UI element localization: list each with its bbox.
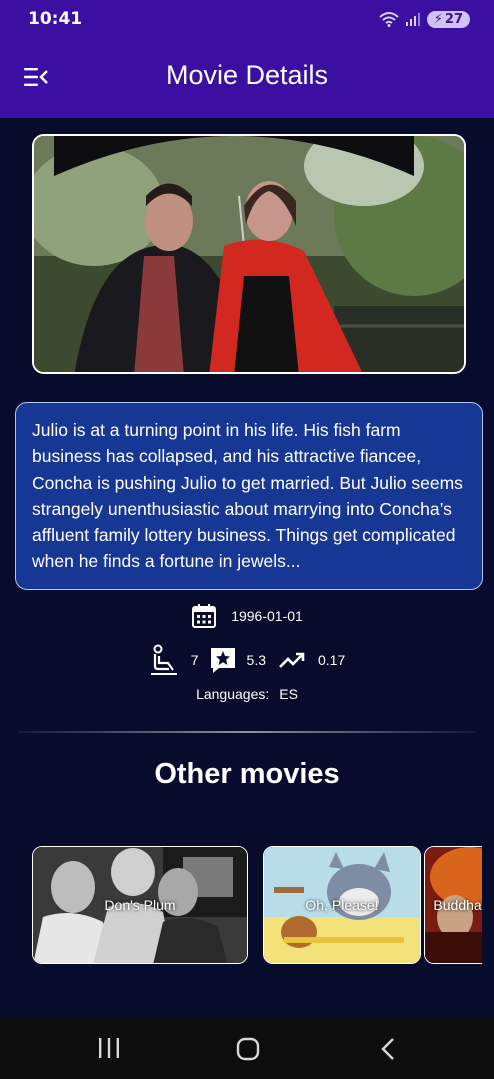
recent-apps-icon[interactable] xyxy=(97,1037,121,1059)
languages-value: ES xyxy=(279,686,298,702)
popularity: 0.17 xyxy=(318,652,346,668)
calendar-icon xyxy=(192,604,217,628)
other-movies-title: Other movies xyxy=(154,758,340,790)
status-time: 10:41 xyxy=(28,9,83,29)
vote-count: 7 xyxy=(190,652,199,668)
battery-indicator: ⚡ 27 xyxy=(426,10,470,28)
movie-title: Buddha's P xyxy=(433,897,482,913)
status-bar: 10:41 ⚡ 27 xyxy=(0,0,494,38)
app-bar: Movie Details xyxy=(0,38,494,118)
status-icons: ⚡ 27 xyxy=(379,10,470,28)
movie-card[interactable]: Oh, Please! xyxy=(263,846,421,964)
other-movies-carousel[interactable]: Don's Plum Oh, Please! Buddha's P xyxy=(32,846,482,966)
languages-row: Languages: ES xyxy=(0,686,494,702)
rating-star-icon xyxy=(210,648,235,673)
trending-up-icon xyxy=(279,652,305,668)
signal-icon xyxy=(405,13,420,26)
stats-row: 7 5.3 0.17 xyxy=(0,644,494,676)
release-date-row: 1996-01-01 xyxy=(0,603,494,629)
movie-card[interactable]: Don's Plum xyxy=(32,846,248,964)
seat-icon xyxy=(150,644,177,675)
vote-average: 5.3 xyxy=(246,652,266,668)
movie-overview: Julio is at a turning point in his life.… xyxy=(32,420,463,572)
release-date: 1996-01-01 xyxy=(231,608,303,624)
back-icon[interactable] xyxy=(378,1037,398,1061)
languages-label: Languages: xyxy=(196,686,270,702)
movie-backdrop-image xyxy=(32,134,466,374)
charging-icon: ⚡ xyxy=(433,11,443,27)
system-navigation-bar xyxy=(0,1017,494,1079)
movie-title: Don's Plum xyxy=(104,897,176,913)
wifi-icon xyxy=(379,12,399,27)
battery-level: 27 xyxy=(444,11,463,27)
movie-title: Oh, Please! xyxy=(305,897,379,913)
overview-card: Julio is at a turning point in his life.… xyxy=(15,402,483,590)
home-icon[interactable] xyxy=(236,1037,260,1061)
movie-card[interactable]: Buddha's P xyxy=(424,846,482,964)
divider xyxy=(18,731,476,733)
page-title: Movie Details xyxy=(165,60,329,90)
